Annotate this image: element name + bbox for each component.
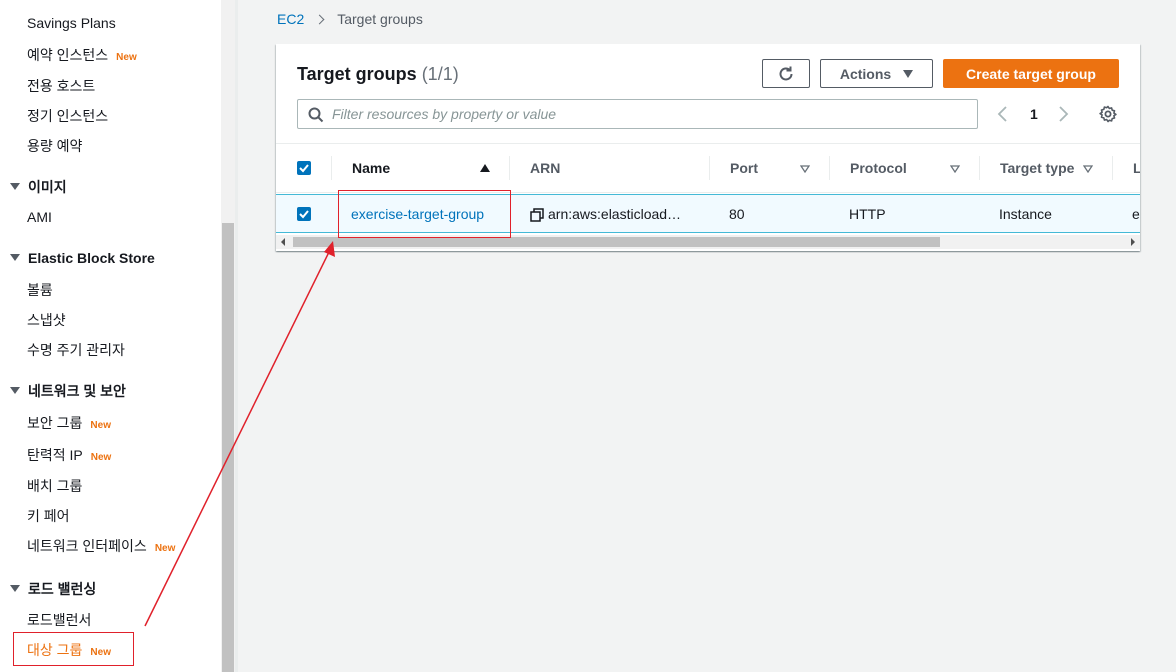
annotation-arrow [144, 241, 335, 627]
